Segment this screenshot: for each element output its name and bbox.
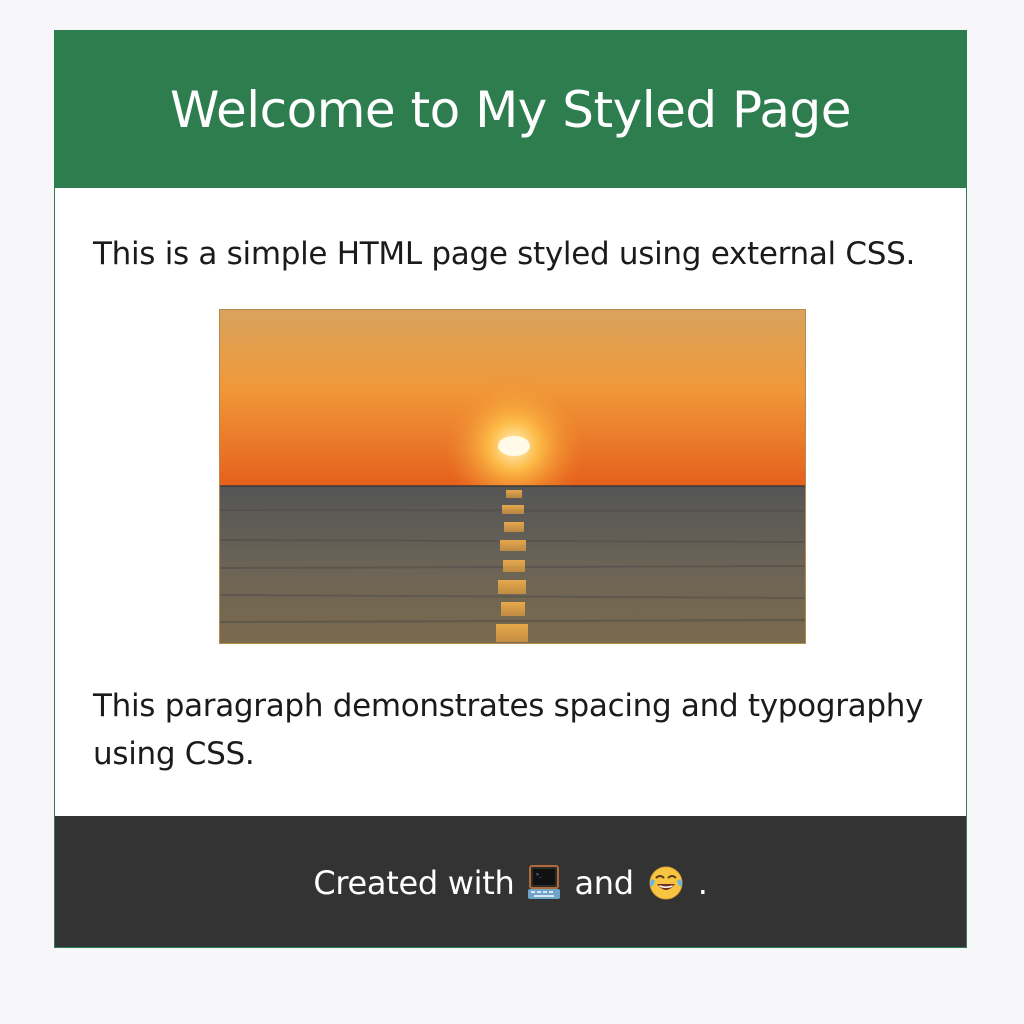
page-title: Welcome to My Styled Page bbox=[169, 80, 852, 139]
sunset-image bbox=[219, 309, 806, 644]
footer-middle: and bbox=[574, 863, 634, 902]
main-content: This is a simple HTML page styled using … bbox=[55, 188, 966, 816]
footer-prefix: Created with bbox=[313, 863, 515, 902]
laughing-emoji-icon bbox=[648, 865, 684, 901]
page-footer: Created with >_ and . bbox=[55, 816, 966, 947]
intro-paragraph: This is a simple HTML page styled using … bbox=[93, 236, 916, 272]
page-header: Welcome to My Styled Page bbox=[55, 31, 966, 188]
outro-paragraph: This paragraph demonstrates spacing and … bbox=[93, 688, 924, 772]
page-card: Welcome to My Styled Page This is a simp… bbox=[54, 30, 967, 948]
footer-suffix: . bbox=[697, 863, 708, 902]
computer-icon: >_ bbox=[528, 864, 561, 901]
sunset-picture bbox=[220, 310, 805, 643]
